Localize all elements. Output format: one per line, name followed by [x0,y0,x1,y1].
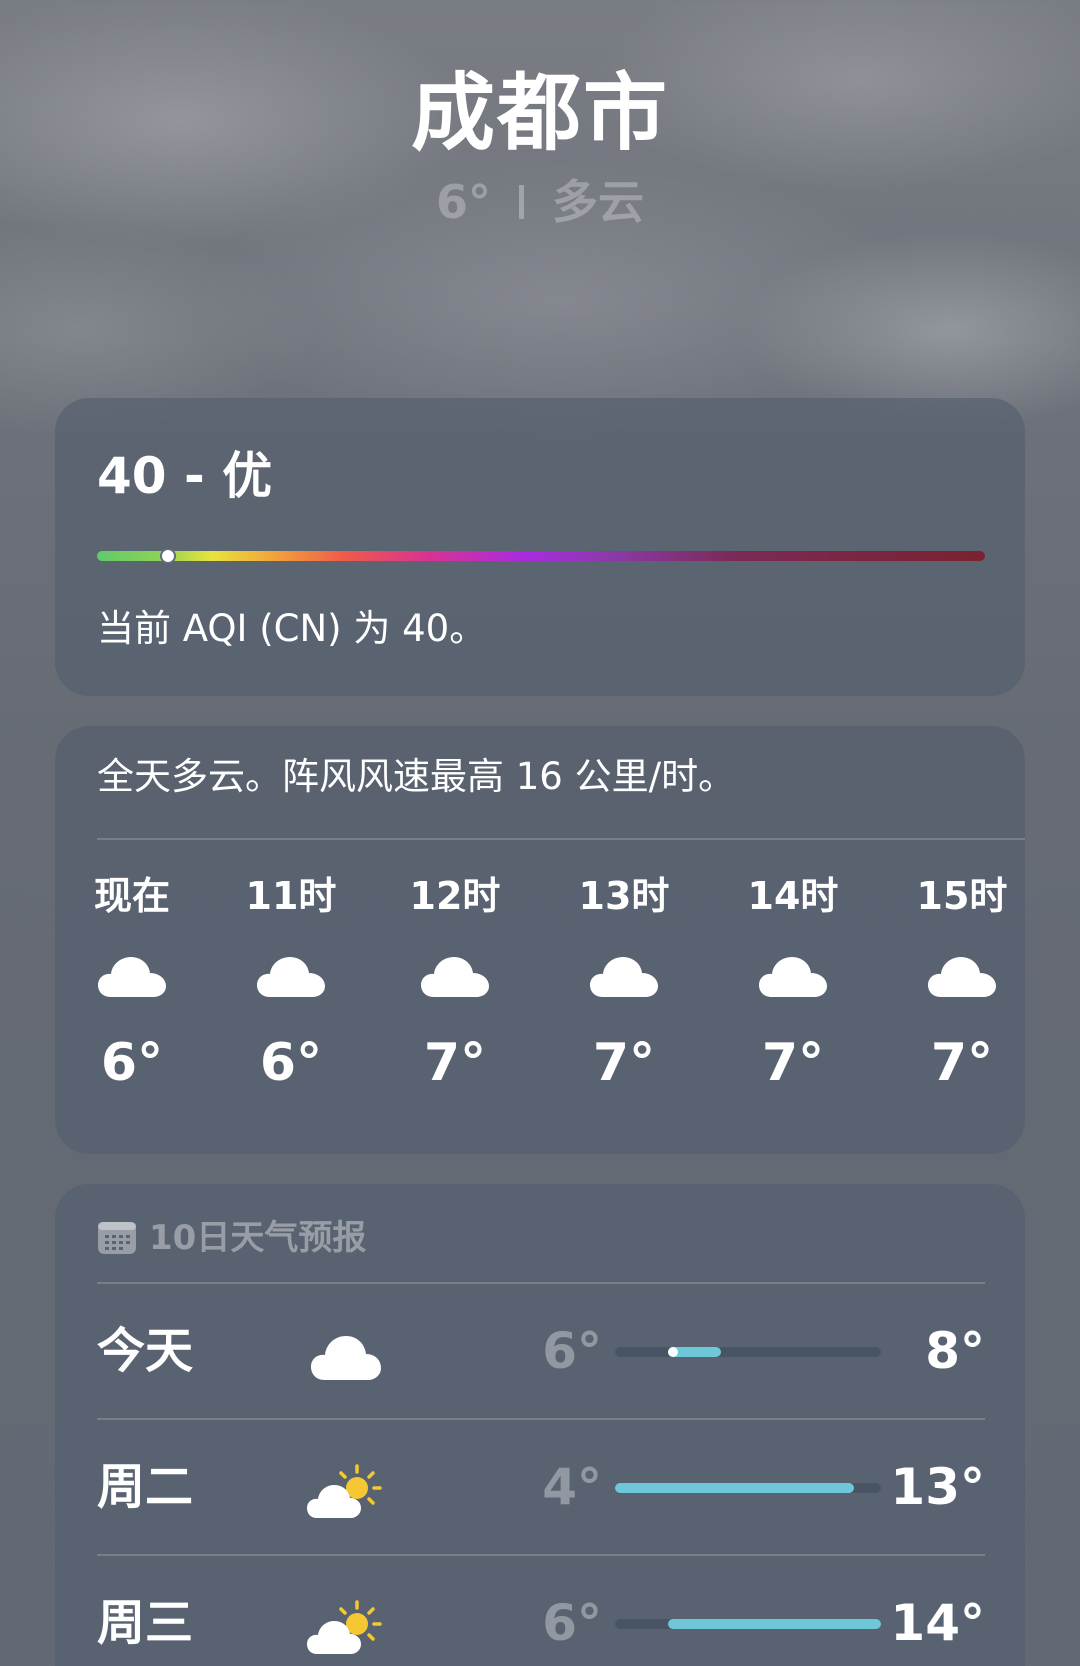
hour-item: 11时 6° [216,871,366,1095]
hour-temperature: 7° [423,1033,487,1093]
hour-temperature: 6° [100,1033,164,1093]
current-temperature-dot [668,1347,678,1357]
day-row-tuesday[interactable]: 周二 4° 13° [97,1420,985,1554]
hour-temperature: 6° [259,1033,323,1093]
high-temperature: 8° [925,1322,985,1380]
hour-label: 15时 [916,874,1008,918]
day-name: 今天 [97,1323,194,1379]
cloud-icon [257,957,325,997]
current-temperature: 6° [435,175,491,229]
cloud-icon [590,957,658,997]
ten-day-header: 10日天气预报 [97,1216,366,1260]
hour-label: 13时 [578,874,670,918]
hour-item: 14时 7° [718,871,868,1095]
cloud-icon [421,957,489,997]
forecast-summary: 全天多云。阵风风速最高 16 公里/时。 [97,755,736,798]
temperature-range-fill [615,1483,854,1493]
partly-sunny-icon [307,1600,382,1654]
calendar-icon [98,1222,136,1254]
hour-label: 现在 [93,874,170,918]
aqi-indicator-dot [160,548,176,564]
high-temperature: 14° [890,1594,985,1652]
temperature-range-fill [668,1619,881,1629]
cloud-icon [98,957,166,997]
cloud-icon [311,1336,381,1380]
temperature-range-bar [615,1619,881,1629]
hour-item: 现在 6° [57,871,207,1095]
current-condition: 多云 [552,175,644,229]
air-quality-card[interactable]: 40 - 优 当前 AQI (CN) 为 40。 [55,398,1025,696]
hour-label: 12时 [409,874,501,918]
hour-label: 14时 [747,874,839,918]
city-name: 成都市 [410,64,669,162]
hour-item: 15时 7° [887,871,1037,1095]
ten-day-title: 10日天气预报 [149,1218,367,1258]
hour-temperature: 7° [930,1033,994,1093]
day-name: 周三 [97,1595,194,1651]
aqi-value: 40 - 优 [97,447,273,505]
aqi-description: 当前 AQI (CN) 为 40。 [97,607,487,650]
day-row-today[interactable]: 今天 6° 8° [97,1284,985,1418]
temperature-range-bar [615,1347,881,1357]
temperature-range-bar [615,1483,881,1493]
low-temperature: 6° [542,1594,602,1652]
hour-item: 12时 7° [380,871,530,1095]
divider [97,838,1025,840]
cloud-icon [928,957,996,997]
hour-temperature: 7° [761,1033,825,1093]
separator [519,184,524,219]
hour-label: 11时 [245,874,337,918]
hour-item: 13时 7° [549,871,699,1095]
high-temperature: 13° [890,1458,985,1516]
cloud-icon [759,957,827,997]
hourly-forecast-card[interactable]: 全天多云。阵风风速最高 16 公里/时。 现在 6° 11时 6° 12时 7°… [55,726,1025,1154]
aqi-scale-bar [97,548,985,564]
hour-temperature: 7° [592,1033,656,1093]
day-name: 周二 [97,1459,194,1515]
ten-day-forecast-card[interactable]: 10日天气预报 今天 6° 8° 周二 4° 13° 周三 6° 14° [55,1184,1025,1666]
partly-sunny-icon [307,1464,382,1518]
current-conditions: 6° 多云 [0,172,1080,232]
low-temperature: 4° [542,1458,602,1516]
day-row-wednesday[interactable]: 周三 6° 14° [97,1556,985,1666]
low-temperature: 6° [542,1322,602,1380]
